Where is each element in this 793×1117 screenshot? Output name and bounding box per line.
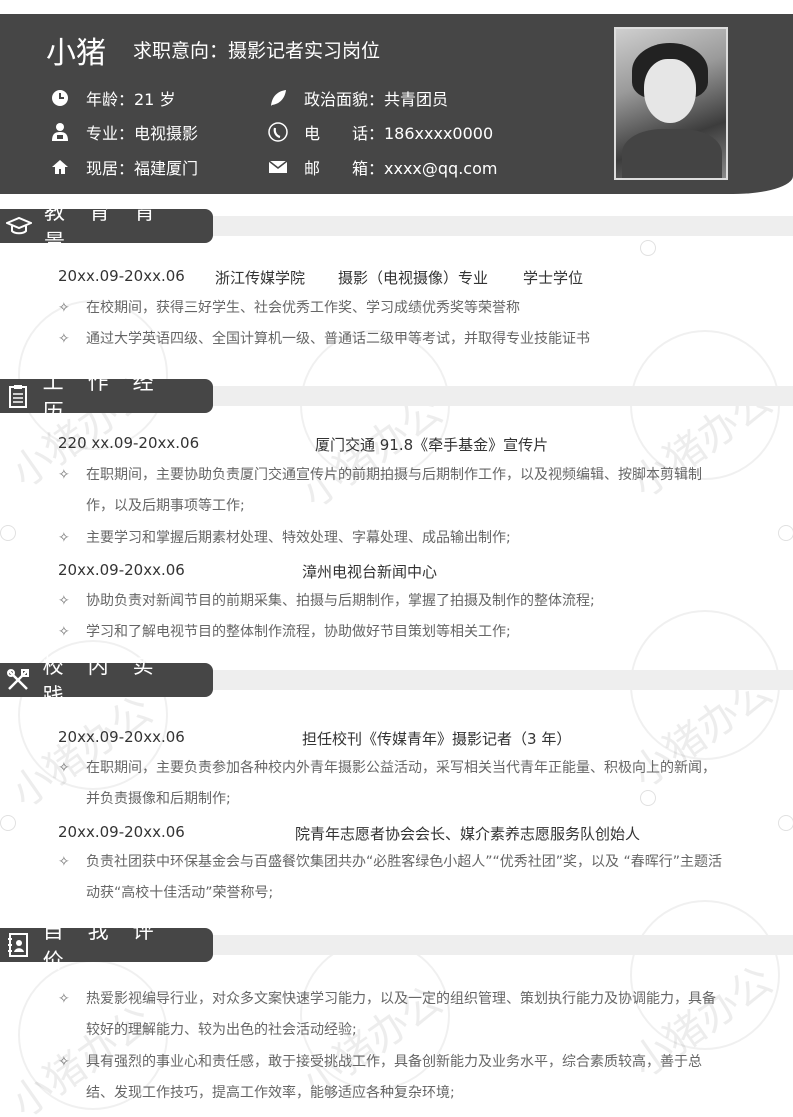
section-title: 自我评价 [42,919,178,973]
graduation-cap-icon [6,213,32,239]
section-self-header: 自我评价 [0,919,793,973]
edu-school: 浙江传媒学院 [215,269,306,287]
work-job2-org: 漳州电视台新闻中心 [302,563,438,581]
campus-item1-date: 20xx.09-20xx.06 [58,728,185,746]
resume-header: 小猪 求职意向：摄影记者实习岗位 年龄：21 岁 政治面貌：共青团员 专业：电视… [0,14,793,194]
clock-icon [50,88,70,108]
section-title: 教育背景 [44,200,179,254]
edu-date: 20xx.09-20xx.06 [58,267,185,285]
work-job1-date: 220 xx.09-20xx.06 [58,434,200,452]
campus-item1-role: 担任校刊《传媒青年》摄影记者（3 年） [302,730,572,748]
job-intent-label: 求职意向： [133,40,229,62]
tools-icon [6,667,31,693]
mail-icon [268,157,288,177]
work-job2-date: 20xx.09-20xx.06 [58,561,185,579]
info-political: 政治面貌：共青团员 [268,86,448,110]
phone-icon [268,122,288,142]
info-residence: 现居：福建厦门 [50,155,198,179]
info-major: 专业：电视摄影 [50,120,198,144]
section-title: 校内实践 [42,654,178,708]
leaf-icon [268,88,288,108]
section-work-header: 工作经历 [0,370,793,424]
info-email: 邮 箱：xxxx@qq.com [268,155,497,179]
clipboard-icon [6,383,31,409]
candidate-name: 小猪 [46,36,106,71]
section-campus-header: 校内实践 [0,654,793,708]
section-title: 工作经历 [42,370,178,424]
notebook-icon [6,932,31,958]
work-job1-org: 厦门交通 91.8《牵手基金》宣传片 [315,436,549,454]
job-intent: 求职意向：摄影记者实习岗位 [133,36,380,63]
section-education-header: 教育背景 [0,200,793,254]
job-intent-value: 摄影记者实习岗位 [228,40,381,62]
edu-degree: 学士学位 [523,269,584,287]
info-phone: 电 话：186xxxx0000 [268,120,493,144]
profile-photo [614,27,728,180]
person-icon [50,122,70,142]
campus-item2-role: 院青年志愿者协会会长、媒介素养志愿服务队创始人 [295,825,641,843]
home-icon [50,157,70,177]
campus-item2-date: 20xx.09-20xx.06 [58,823,185,841]
info-age: 年龄：21 岁 [50,86,175,110]
edu-major: 摄影（电视摄像）专业 [338,269,489,287]
